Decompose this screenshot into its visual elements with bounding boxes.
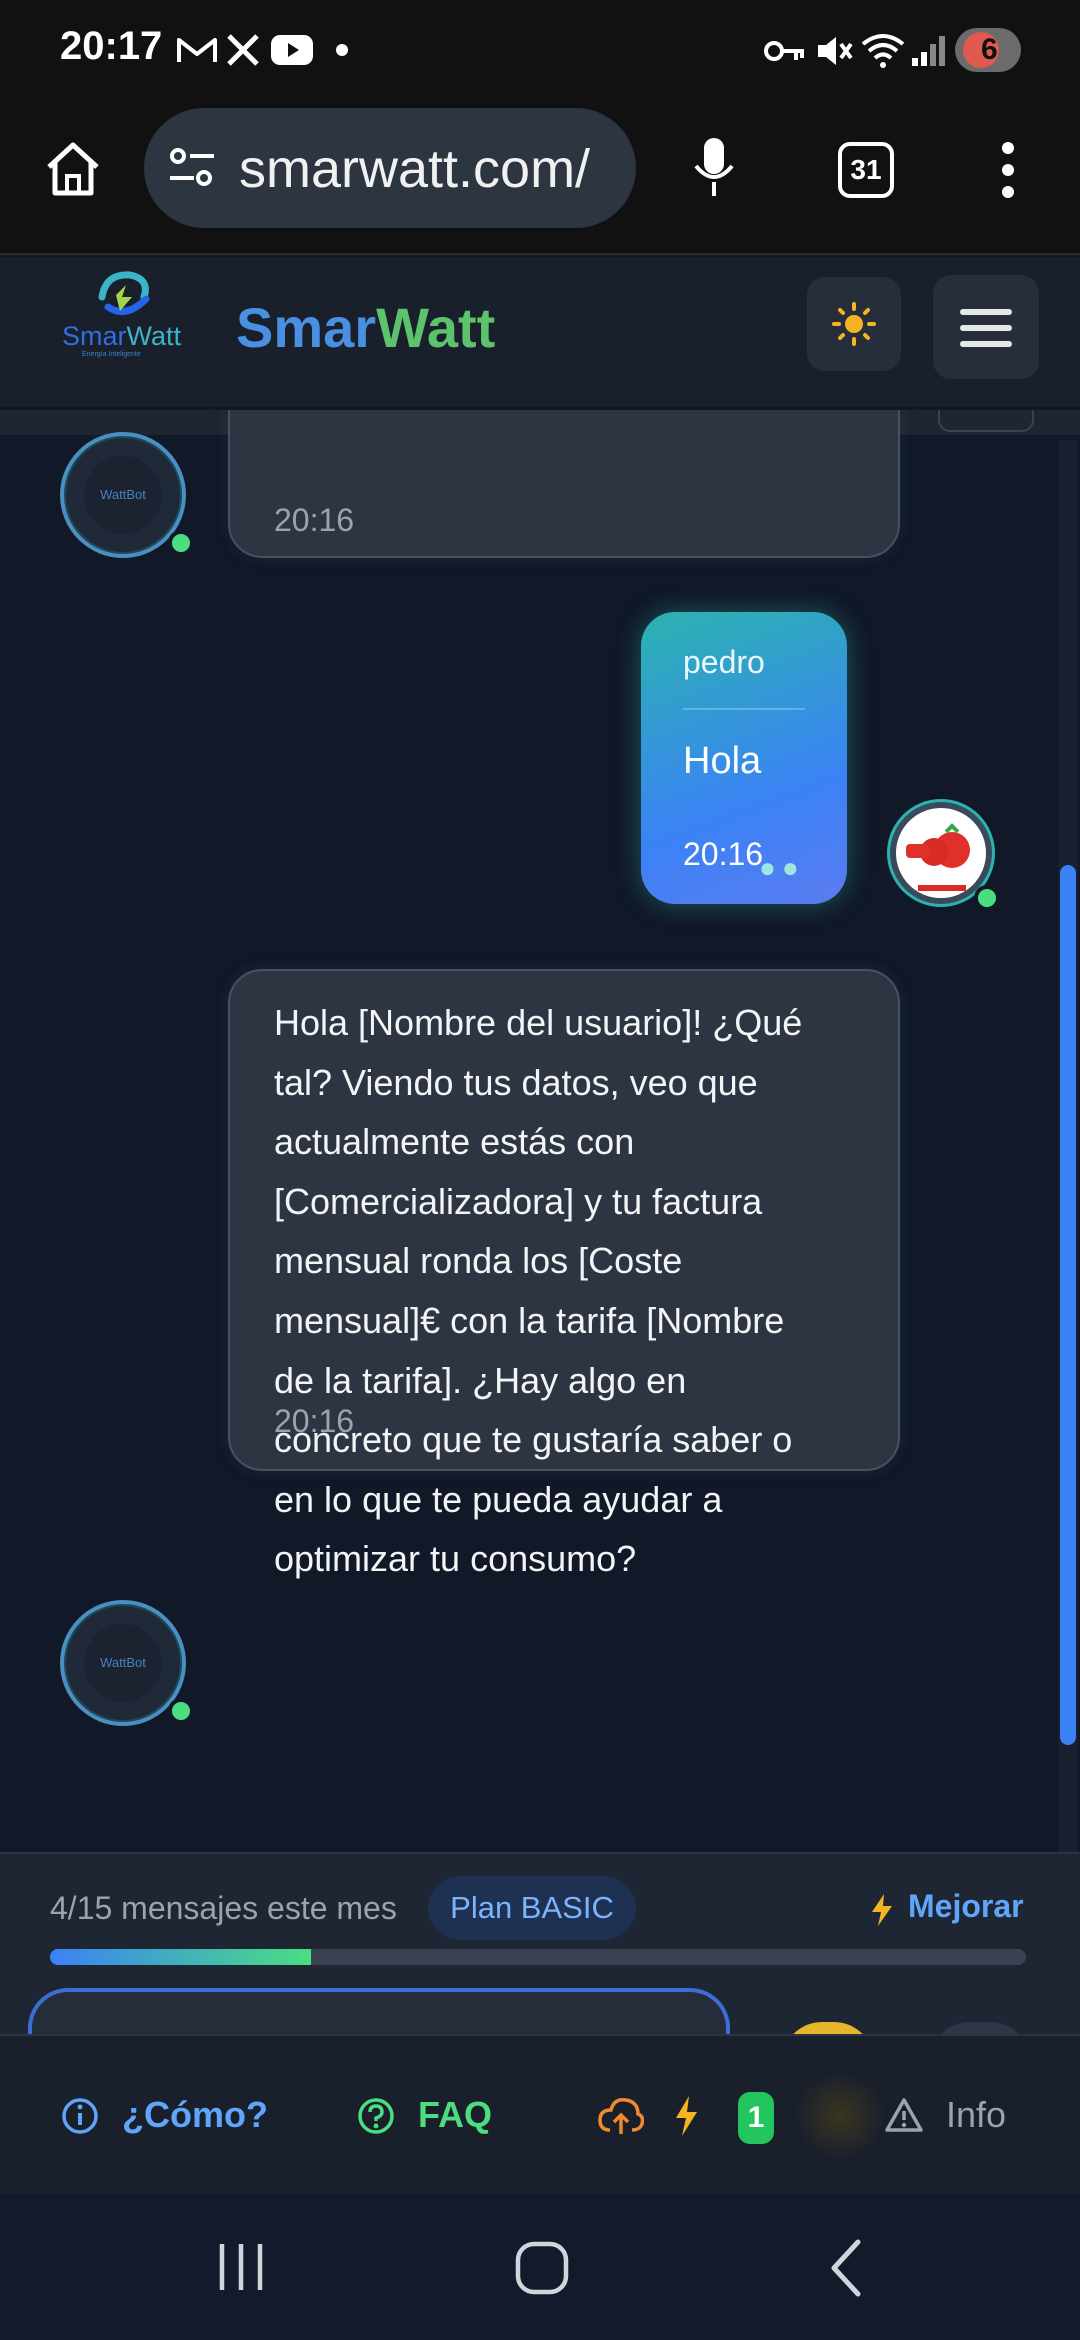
- browser-toolbar: smarwatt.com/ 31: [0, 100, 1080, 255]
- bot-avatar: WattBot: [60, 1600, 186, 1726]
- back-icon[interactable]: [826, 2238, 866, 2298]
- bot-avatar: WattBot: [60, 432, 186, 558]
- url-text: smarwatt.com/: [239, 139, 591, 199]
- bottom-toolbar: ¿Cómo? FAQ 1 Info: [0, 2034, 1080, 2194]
- online-indicator: [168, 1698, 194, 1724]
- sun-icon: [832, 302, 876, 346]
- signal-icon: [912, 36, 945, 66]
- smarwatt-logo[interactable]: SmarWatt Energía Inteligente: [58, 267, 190, 367]
- home-icon[interactable]: [44, 140, 102, 198]
- notification-badge: 1: [738, 2092, 774, 2144]
- gmail-icon: [177, 38, 217, 62]
- header-dropdown-edge: [938, 410, 1034, 432]
- message-usage-text: 4/15 mensajes este mes: [50, 1890, 397, 1926]
- how-button-icon-wrap[interactable]: [60, 2096, 100, 2136]
- android-navigation-bar: [0, 2194, 1080, 2340]
- dot-icon: [336, 44, 348, 56]
- info-button[interactable]: Info: [946, 2094, 1006, 2136]
- how-button[interactable]: ¿Cómo?: [122, 2094, 268, 2136]
- more-options-icon[interactable]: [996, 140, 1020, 200]
- upgrade-link[interactable]: Mejorar: [908, 1888, 1024, 1925]
- site-settings-icon[interactable]: [168, 146, 216, 190]
- delivery-status-icon: ●●: [759, 852, 805, 883]
- usage-panel: 4/15 mensajes este mes Plan BASIC Mejora…: [0, 1852, 1080, 2062]
- bot-message-bubble: 20:16: [228, 410, 900, 558]
- tomato-avatar-icon: [906, 823, 976, 898]
- microphone-icon[interactable]: [690, 136, 738, 200]
- wifi-icon: [861, 34, 905, 68]
- usage-progress-bar: [50, 1949, 1026, 1965]
- message-time: 20:16: [683, 836, 764, 872]
- mute-icon: [818, 37, 853, 65]
- online-indicator: [168, 530, 194, 556]
- home-nav-icon[interactable]: [514, 2240, 570, 2296]
- url-bar[interactable]: smarwatt.com/: [144, 108, 636, 228]
- warning-triangle-icon[interactable]: [884, 2096, 924, 2134]
- message-time: 20:16: [274, 1403, 355, 1439]
- app-header: SmarWatt Energía Inteligente SmarWatt: [0, 257, 1080, 407]
- message-time: 20:16: [274, 502, 355, 538]
- upload-cloud-icon[interactable]: [598, 2094, 644, 2138]
- x-icon: [227, 34, 259, 66]
- info-circle-icon: [62, 2098, 98, 2134]
- brand-title: SmarWatt: [236, 296, 496, 359]
- help-circle-icon[interactable]: [356, 2096, 396, 2136]
- chat-area[interactable]: WattBot 20:16 pedro Hola 20:16 ●● Hola […: [0, 410, 1080, 1852]
- status-time: 20:17: [60, 24, 163, 68]
- menu-line: [960, 309, 1012, 315]
- online-indicator: [974, 885, 1000, 911]
- lightning-icon[interactable]: [672, 2094, 700, 2138]
- tab-switcher-button[interactable]: 31: [838, 142, 894, 198]
- plan-badge: Plan BASIC: [428, 1876, 636, 1940]
- user-message-bubble: pedro Hola 20:16 ●●: [641, 612, 847, 904]
- notification-count-badge: 6: [955, 28, 1021, 72]
- key-icon: [764, 41, 804, 61]
- bubble-divider: [683, 708, 805, 710]
- logo-subtext: Energía Inteligente: [82, 351, 141, 358]
- status-bar: 20:17 6: [0, 0, 1080, 100]
- message-sender-name: pedro: [683, 644, 765, 680]
- recent-apps-icon[interactable]: [214, 2240, 268, 2294]
- scrollbar-thumb[interactable]: [1060, 865, 1076, 1745]
- menu-line: [960, 341, 1012, 347]
- lightning-icon: [872, 1894, 892, 1926]
- bot-message-bubble: Hola [Nombre del usuario]! ¿Qué tal? Vie…: [228, 969, 900, 1579]
- message-text: Hola: [683, 740, 762, 782]
- menu-line: [960, 325, 1012, 331]
- youtube-icon: [271, 35, 313, 65]
- hamburger-menu-button[interactable]: [933, 275, 1039, 379]
- faq-button[interactable]: FAQ: [418, 2094, 492, 2136]
- message-text: Hola [Nombre del usuario]! ¿Qué tal? Vie…: [274, 1002, 803, 1580]
- theme-toggle-button[interactable]: [807, 277, 901, 371]
- usage-progress-fill: [50, 1949, 311, 1965]
- logo-text: SmarWatt: [62, 321, 182, 351]
- logo-swirl-icon: [98, 271, 150, 315]
- glow-decoration: [790, 2076, 890, 2156]
